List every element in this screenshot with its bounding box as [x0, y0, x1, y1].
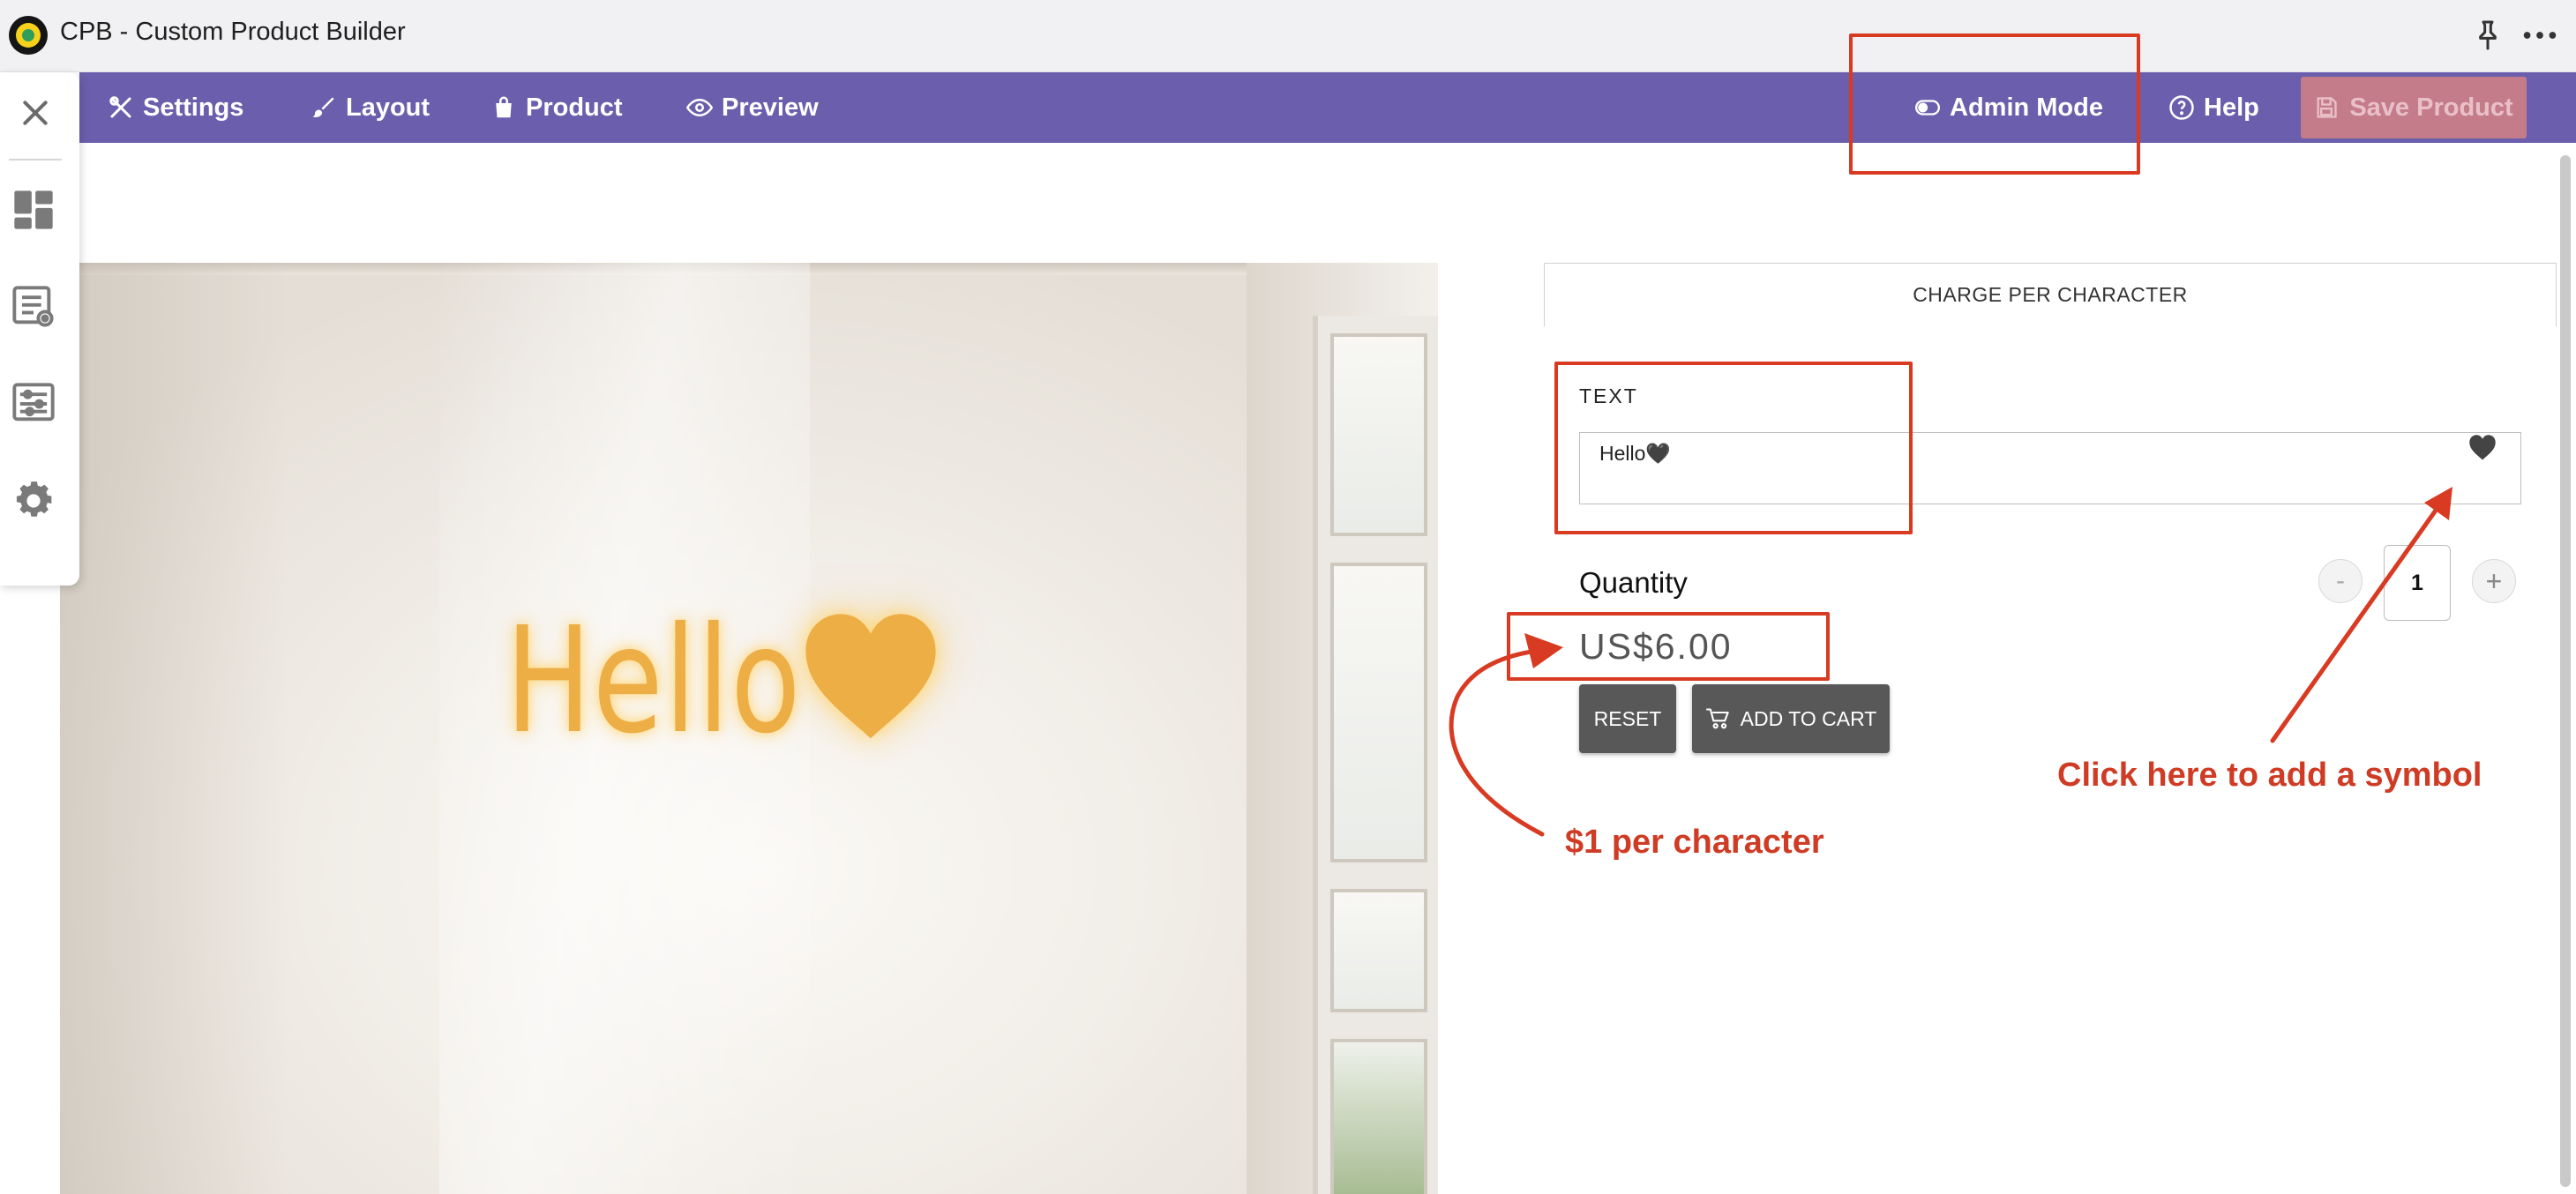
quantity-decrease-button[interactable]: -	[2318, 559, 2363, 603]
nav-help-label: Help	[2204, 93, 2259, 122]
list-settings-icon[interactable]	[11, 284, 56, 330]
window-title: CPB - Custom Product Builder	[60, 18, 406, 46]
nav-admin-mode-label: Admin Mode	[1950, 93, 2103, 122]
save-product-label: Save Product	[2349, 93, 2513, 122]
left-sidebar	[0, 72, 79, 586]
neon-heart-icon	[805, 614, 936, 739]
sidebar-divider	[9, 159, 62, 160]
page-scrollbar[interactable]	[2560, 155, 2571, 1187]
dashboard-icon[interactable]	[11, 187, 56, 233]
annotation-price-note: $1 per character	[1565, 824, 1824, 861]
nav-layout-label: Layout	[346, 93, 431, 122]
nav-product-label: Product	[526, 93, 623, 122]
nav-preview-label: Preview	[722, 93, 819, 122]
close-icon[interactable]	[18, 95, 53, 131]
quantity-input[interactable]: 1	[2384, 545, 2451, 621]
cart-icon	[1705, 708, 1729, 729]
app-logo-icon	[9, 16, 48, 55]
nav-admin-mode[interactable]: Admin Mode	[1914, 72, 2103, 143]
price-display: US$6.00	[1579, 626, 1733, 667]
eye-icon	[686, 98, 713, 117]
quantity-increase-button[interactable]: +	[2472, 559, 2516, 603]
pin-icon[interactable]	[2470, 18, 2505, 53]
title-bar: CPB - Custom Product Builder	[0, 0, 2576, 72]
gear-icon[interactable]	[11, 478, 56, 524]
floppy-disk-icon	[2317, 97, 2337, 118]
add-symbol-heart-icon[interactable]	[2468, 434, 2497, 462]
tab-charge-per-character[interactable]: CHARGE PER CHARACTER	[1544, 263, 2557, 326]
nav-layout[interactable]: Layout	[311, 72, 430, 143]
sliders-icon[interactable]	[11, 381, 56, 427]
add-to-cart-button[interactable]: ADD TO CART	[1692, 684, 1890, 753]
more-options-icon[interactable]	[2519, 18, 2561, 53]
nav-preview[interactable]: Preview	[686, 72, 819, 143]
nav-settings-label: Settings	[143, 93, 244, 122]
add-to-cart-label: ADD TO CART	[1740, 706, 1877, 730]
brush-icon	[312, 97, 334, 118]
annotation-symbol-hint: Click here to add a symbol	[2057, 757, 2482, 794]
nav-settings[interactable]: Settings	[108, 72, 243, 143]
text-input[interactable]: Hello🖤	[1579, 432, 2521, 504]
reset-label: RESET	[1593, 706, 1662, 730]
preview-neon-text: Hello	[505, 596, 802, 766]
save-product-button[interactable]: Save Product	[2301, 77, 2527, 138]
product-preview-canvas: Hello	[60, 263, 1438, 1194]
nav-help[interactable]: Help	[2168, 72, 2259, 143]
help-circle-icon	[2169, 95, 2194, 120]
reset-button[interactable]: RESET	[1579, 684, 1676, 753]
top-navbar: Settings Layout Product Preview Admin Mo…	[79, 72, 2576, 143]
nav-product[interactable]: Product	[490, 72, 623, 143]
text-field-label: TEXT	[1579, 384, 1638, 407]
shopping-bag-icon	[496, 96, 512, 118]
quantity-label: Quantity	[1579, 566, 1688, 599]
toggle-icon	[1914, 100, 1941, 116]
tools-icon	[109, 96, 131, 118]
